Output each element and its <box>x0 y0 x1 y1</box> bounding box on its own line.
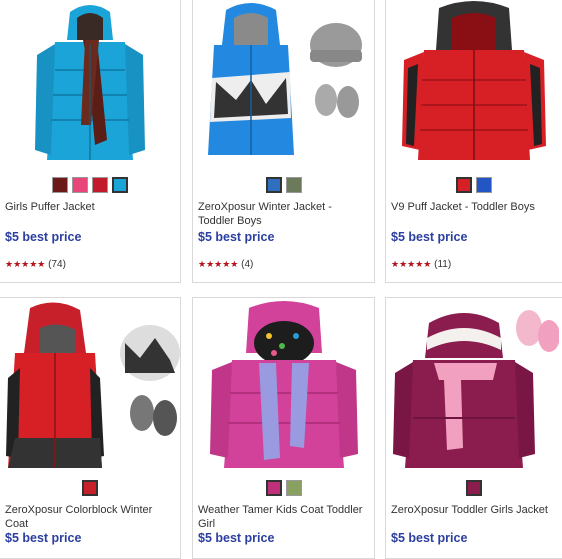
color-swatch[interactable] <box>476 177 492 193</box>
product-image[interactable] <box>193 298 374 468</box>
color-swatches <box>386 480 562 496</box>
color-swatch[interactable] <box>456 177 472 193</box>
color-swatch[interactable] <box>92 177 108 193</box>
color-swatch[interactable] <box>466 480 482 496</box>
product-rating: ★★★★★ (11) <box>391 259 451 271</box>
product-card[interactable]: ZeroXposur Winter Jacket - Toddler Boys … <box>192 0 375 283</box>
rating-stars: ★★★★★ <box>5 259 46 269</box>
color-swatch[interactable] <box>82 480 98 496</box>
product-price: $5 best price <box>198 531 275 545</box>
color-swatches <box>386 177 562 193</box>
product-price: $5 best price <box>5 531 82 545</box>
product-rating: ★★★★★ (4) <box>198 259 253 271</box>
color-swatches <box>193 177 374 193</box>
product-image[interactable] <box>0 0 180 170</box>
rating-stars: ★★★★★ <box>391 259 432 269</box>
color-swatches <box>0 177 180 193</box>
product-rating: ★★★★★ (74) <box>5 259 66 271</box>
rating-count[interactable]: (4) <box>241 259 253 270</box>
product-price: $5 best price <box>5 230 82 244</box>
product-name[interactable]: Weather Tamer Kids Coat Toddler Girl <box>198 503 368 531</box>
product-price: $5 best price <box>198 230 275 244</box>
color-swatches <box>193 480 374 496</box>
color-swatches <box>0 480 180 496</box>
product-image[interactable] <box>193 0 374 170</box>
rating-count[interactable]: (74) <box>48 259 66 270</box>
rating-count[interactable]: (11) <box>434 259 451 270</box>
product-image[interactable] <box>386 298 562 468</box>
product-price: $5 best price <box>391 230 468 244</box>
product-card[interactable]: V9 Puff Jacket - Toddler Boys $5 best pr… <box>385 0 562 283</box>
color-swatch[interactable] <box>72 177 88 193</box>
product-image[interactable] <box>0 298 180 468</box>
product-card[interactable]: ZeroXposur Toddler Girls Jacket $5 best … <box>385 297 562 559</box>
color-swatch[interactable] <box>285 480 302 496</box>
color-swatch[interactable] <box>52 177 68 193</box>
rating-stars: ★★★★★ <box>198 259 239 269</box>
product-name[interactable]: V9 Puff Jacket - Toddler Boys <box>391 200 556 214</box>
product-card[interactable]: ZeroXposur Colorblock Winter Coat $5 bes… <box>0 297 181 559</box>
product-name[interactable]: ZeroXposur Colorblock Winter Coat <box>5 503 174 531</box>
product-name[interactable]: ZeroXposur Winter Jacket - Toddler Boys <box>198 200 368 228</box>
product-card[interactable]: Girls Puffer Jacket $5 best price ★★★★★ … <box>0 0 181 283</box>
product-image[interactable] <box>386 0 562 170</box>
product-card[interactable]: Weather Tamer Kids Coat Toddler Girl $5 … <box>192 297 375 559</box>
color-swatch[interactable] <box>265 177 282 193</box>
product-name[interactable]: ZeroXposur Toddler Girls Jacket <box>391 503 556 517</box>
color-swatch[interactable] <box>265 480 282 496</box>
color-swatch[interactable] <box>285 177 302 193</box>
color-swatch[interactable] <box>112 177 128 193</box>
product-name[interactable]: Girls Puffer Jacket <box>5 200 174 214</box>
product-price: $5 best price <box>391 531 468 545</box>
